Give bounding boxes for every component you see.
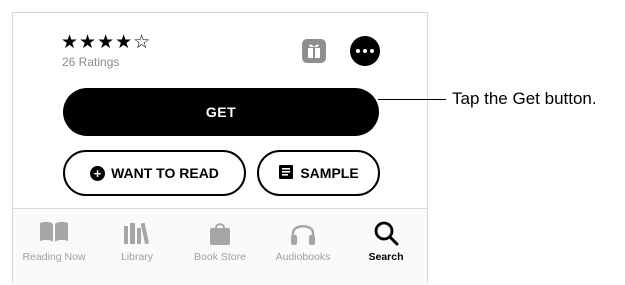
book-open-icon [38,220,70,249]
more-options-button[interactable] [350,36,380,66]
tab-book-store[interactable]: Book Store [179,209,261,285]
sample-book-icon [278,164,294,183]
tab-label: Library [120,251,154,263]
library-icon [122,220,152,251]
callout-text: Tap the Get button. [452,89,597,108]
book-details-panel: ★★★★☆ 26 Ratings GET + WANT TO READ SAMP… [12,12,428,285]
plus-icon: + [90,165,106,181]
tab-reading-now[interactable]: Reading Now [13,209,95,285]
tab-audiobooks[interactable]: Audiobooks [262,209,344,285]
get-button[interactable]: GET [63,88,379,136]
want-to-read-button[interactable]: + WANT TO READ [63,150,246,196]
headphones-icon [289,220,317,251]
tab-library[interactable]: Library [96,209,178,285]
tab-label: Audiobooks [275,251,331,263]
gift-icon[interactable] [301,38,327,64]
tab-search[interactable]: Search [345,209,427,285]
ratings-count: 26 Ratings [62,55,120,69]
sample-button[interactable]: SAMPLE [257,150,380,196]
tab-label: Search [368,251,404,263]
shopping-bag-icon [207,220,233,251]
tab-bar: Reading Now Library Book Store Audiobook… [13,208,427,285]
star-rating: ★★★★☆ [61,31,152,53]
tab-label: Book Store [194,251,246,263]
search-icon [373,220,399,251]
sample-label: SAMPLE [300,165,359,181]
tab-label: Reading Now [22,251,86,263]
want-to-read-label: WANT TO READ [111,165,219,181]
callout-leader-line [378,99,446,100]
